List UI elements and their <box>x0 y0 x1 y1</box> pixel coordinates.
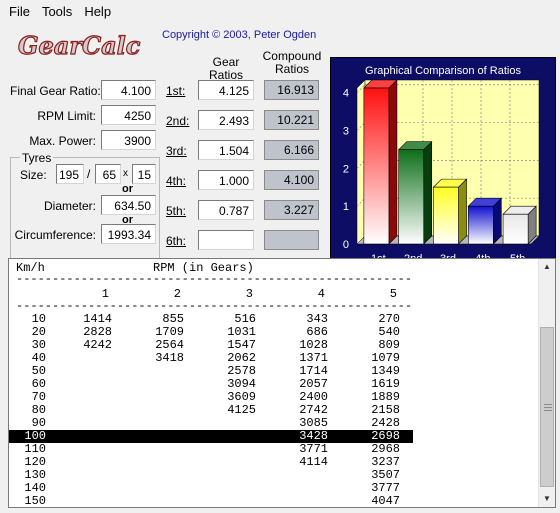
tyre-size-label: Size: <box>20 168 47 182</box>
rpm-limit-label: RPM Limit: <box>37 109 96 123</box>
copyright-text: Copyright © 2003, Peter Ogden <box>162 29 317 41</box>
gear-3-label: 3rd: <box>166 144 187 158</box>
gear-1-ratio-input[interactable] <box>198 80 254 100</box>
tyre-rim-input[interactable] <box>132 164 156 184</box>
gear-4-ratio-input[interactable] <box>198 170 254 190</box>
kmh-cell: 150 <box>24 494 46 508</box>
gearcalc-logo: GearCalc <box>17 30 141 60</box>
gear-6-ratio-input[interactable] <box>198 230 254 250</box>
chart-ytick-label: 3 <box>343 126 349 138</box>
separator-line: ----------------------------------------… <box>16 273 414 286</box>
scrollbar-thumb[interactable] <box>540 327 554 487</box>
gear-4-compound: 4.100 <box>264 170 319 190</box>
table-scrollbar[interactable]: ▲ ▼ <box>538 259 555 507</box>
scroll-down-icon[interactable]: ▼ <box>539 491 555 507</box>
diameter-input[interactable] <box>101 195 156 215</box>
chart-ytick-label: 1 <box>343 201 349 213</box>
tyre-width-input[interactable] <box>56 164 84 184</box>
gear-3-compound: 6.166 <box>264 140 319 160</box>
chart-bar <box>502 213 529 245</box>
table-row[interactable]: 20 2828 1709 1031 686 540 <box>9 326 413 339</box>
diameter-label: Diameter: <box>43 199 96 213</box>
ratio-chart-area: Graphical Comparison of Ratios012341st2n… <box>333 60 553 272</box>
chart-bar <box>433 186 459 245</box>
table-row[interactable]: 80 4125 2742 2158 <box>9 404 413 417</box>
or-label-1: or <box>122 183 133 195</box>
gear-1-label: 1st: <box>166 84 186 98</box>
ratio-chart-svg: Graphical Comparison of Ratios012341st2n… <box>333 60 553 272</box>
gear-6-label: 6th: <box>166 234 187 248</box>
table-separator: ----------------------------------------… <box>9 273 414 286</box>
table-row[interactable]: 90 3085 2428 <box>9 417 413 430</box>
gear-2-ratio-input[interactable] <box>198 110 254 130</box>
gear-ratios-header: Gear Ratios <box>208 55 243 82</box>
final-gear-ratio-input[interactable] <box>101 80 156 100</box>
menu-help[interactable]: Help <box>78 0 117 24</box>
rpm-cell: 4047 <box>371 494 400 508</box>
table-row[interactable]: 60 3094 2057 1619 <box>9 378 413 391</box>
chart-title: Graphical Comparison of Ratios <box>365 65 521 77</box>
circumference-input[interactable] <box>101 224 156 244</box>
menu-tools[interactable]: Tools <box>36 0 78 24</box>
gearcalc-logo-text: GearCalc <box>18 31 141 60</box>
chart-ytick-label: 2 <box>343 163 349 175</box>
chart-bar <box>467 205 494 245</box>
table-row[interactable]: 10 1414 855 516 343 270 <box>9 313 413 326</box>
gear-5-compound: 3.227 <box>264 200 319 220</box>
table-separator: ----------------------------------------… <box>9 300 414 313</box>
tyre-slash: / <box>87 167 91 181</box>
chart-bar-side <box>423 140 433 245</box>
ratio-chart: Graphical Comparison of Ratios012341st2n… <box>330 57 556 275</box>
table-row[interactable]: 120 4114 3237 <box>9 456 413 469</box>
chart-bar <box>363 87 390 245</box>
gear-6-compound <box>264 230 319 250</box>
chart-bar <box>398 149 425 245</box>
chart-ytick-label: 4 <box>343 88 349 100</box>
chart-bar-side <box>458 178 467 245</box>
table-row[interactable]: 150 4047 <box>9 495 413 508</box>
scroll-up-icon[interactable]: ▲ <box>539 259 555 275</box>
table-row[interactable]: 100 3428 2698 <box>9 430 413 443</box>
table-row[interactable]: 40 3418 2062 1371 1079 <box>9 352 413 365</box>
rpm-table-content: Km/h RPM (in Gears) ----------------------… <box>9 259 539 507</box>
gear-1-compound: 16.913 <box>264 80 319 100</box>
max-power-input[interactable] <box>101 130 156 150</box>
rpm-cell: 4242 <box>83 338 112 352</box>
rpm-cell: 3418 <box>155 351 184 365</box>
table-row[interactable]: 140 3777 <box>9 482 413 495</box>
gear-4-label: 4th: <box>166 174 187 188</box>
table-row[interactable]: 130 3507 <box>9 469 413 482</box>
chart-ytick-label: 0 <box>343 239 349 251</box>
table-row[interactable]: 30 4242 2564 1547 1028 809 <box>9 339 413 352</box>
gear-2-compound: 10.221 <box>264 110 319 130</box>
chart-bar-side <box>388 79 398 245</box>
table-row[interactable]: 50 2578 1714 1349 <box>9 365 413 378</box>
rpm-table: Km/h RPM (in Gears) ----------------------… <box>8 258 556 508</box>
tyres-group-title: Tyres <box>20 151 54 165</box>
gear-5-label: 5th: <box>166 204 187 218</box>
input-panel: GearCalc Copyright © 2003, Peter Ogden F… <box>0 24 560 275</box>
rpm-limit-input[interactable] <box>101 105 156 125</box>
rpm-cell: 4114 <box>299 455 328 469</box>
final-gear-ratio-label: Final Gear Ratio: <box>10 84 101 98</box>
max-power-label: Max. Power: <box>29 134 96 148</box>
gear-2-label: 2nd: <box>166 114 190 128</box>
menu-bar: File Tools Help <box>0 0 560 24</box>
menu-file[interactable]: File <box>0 0 36 24</box>
compound-ratios-header-2: Ratios <box>274 62 309 76</box>
separator-line: ----------------------------------------… <box>16 300 414 313</box>
rpm-cell: 4125 <box>227 403 256 417</box>
circumference-label: Circumference: <box>14 228 96 242</box>
gear-3-ratio-input[interactable] <box>198 140 254 160</box>
tyre-profile-input[interactable] <box>95 164 121 184</box>
gear-5-ratio-input[interactable] <box>198 200 254 220</box>
tyre-times: x <box>123 168 128 179</box>
table-row[interactable]: 70 3609 2400 1889 <box>9 391 413 404</box>
table-row[interactable]: 110 3771 2968 <box>9 443 413 456</box>
